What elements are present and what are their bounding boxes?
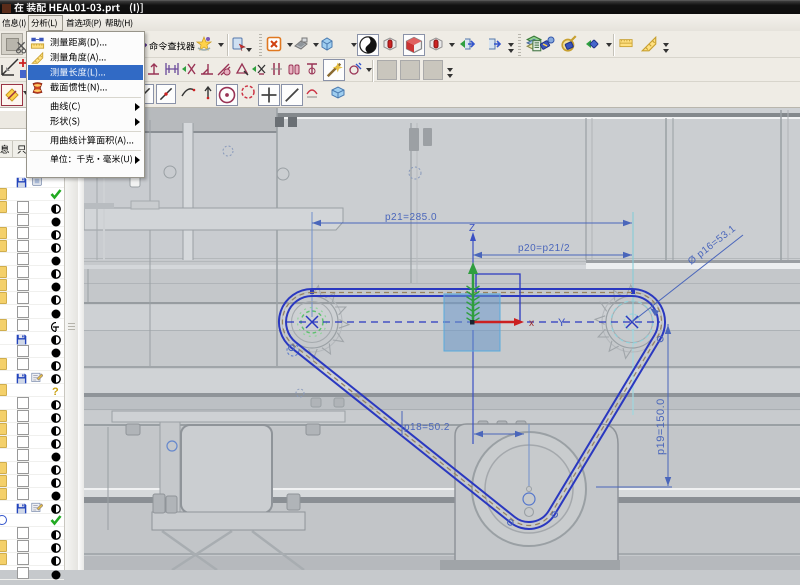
svg-text:p19=150.0: p19=150.0: [655, 398, 667, 455]
svg-text:Y: Y: [558, 317, 566, 329]
svg-text:x: x: [529, 318, 535, 329]
svg-text:Z: Z: [469, 223, 476, 234]
svg-text:p18=50.2: p18=50.2: [404, 422, 450, 433]
svg-text:p21=285.0: p21=285.0: [385, 212, 437, 223]
svg-text:p20=p21/2: p20=p21/2: [518, 243, 570, 254]
